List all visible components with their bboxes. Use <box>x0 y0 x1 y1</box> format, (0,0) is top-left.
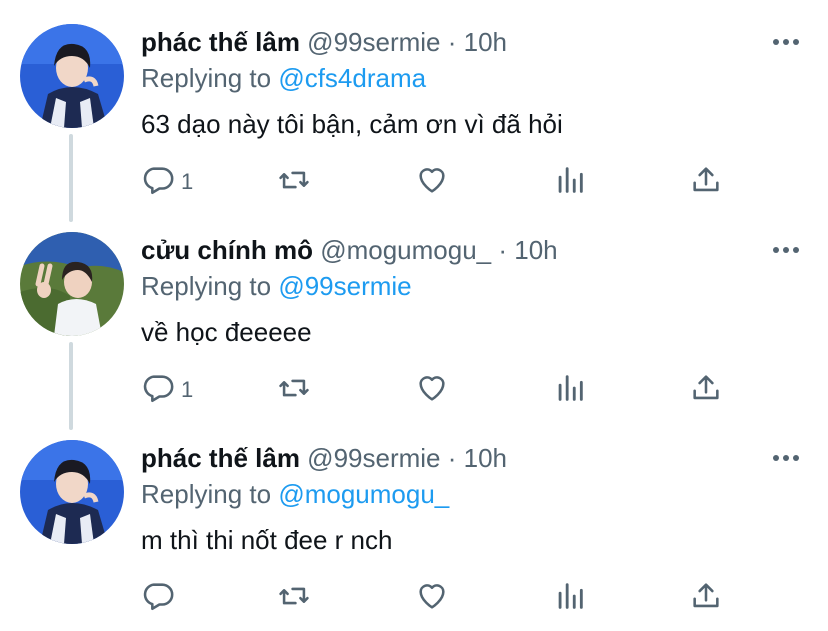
like-button[interactable] <box>415 370 449 410</box>
tweet-header: phác thế lâm @99sermie · 10h <box>141 26 507 58</box>
like-icon <box>415 579 449 618</box>
display-name[interactable]: phác thế lâm <box>141 443 300 473</box>
views-icon <box>553 163 587 202</box>
views-icon <box>553 579 587 618</box>
share-icon <box>689 371 723 410</box>
tweet-text: m thì thi nốt đee r nch <box>141 525 393 555</box>
like-button[interactable] <box>415 578 449 618</box>
more-icon[interactable] <box>770 442 802 474</box>
reply-icon <box>141 371 175 410</box>
timestamp[interactable]: 10h <box>464 443 507 473</box>
replying-to-label: Replying to <box>141 63 272 93</box>
views-button[interactable] <box>553 162 587 202</box>
retweet-icon <box>277 579 311 618</box>
reply-icon <box>141 163 175 202</box>
more-icon[interactable] <box>770 26 802 58</box>
views-button[interactable] <box>553 370 587 410</box>
retweet-button[interactable] <box>277 162 311 202</box>
tweet-text: về học đeeeee <box>141 317 312 347</box>
separator-dot: · <box>447 443 457 473</box>
share-button[interactable] <box>689 578 723 618</box>
timestamp[interactable]: 10h <box>514 235 557 265</box>
tweet[interactable]: cửu chính mô @mogumogu_ · 10h Replying t… <box>0 208 828 416</box>
replying-to: Replying to @99sermie <box>141 270 412 302</box>
retweet-button[interactable] <box>277 578 311 618</box>
display-name[interactable]: phác thế lâm <box>141 27 300 57</box>
mention-link[interactable]: @mogumogu_ <box>278 479 449 509</box>
like-button[interactable] <box>415 162 449 202</box>
reply-button[interactable]: 1 <box>141 370 193 410</box>
reply-count: 1 <box>181 169 194 194</box>
tweet-text: 63 dạo này tôi bận, cảm ơn vì đã hỏi <box>141 109 563 139</box>
reply-button[interactable]: 1 <box>141 162 193 202</box>
views-icon <box>553 371 587 410</box>
reply-count: 1 <box>181 377 194 402</box>
share-button[interactable] <box>689 370 723 410</box>
action-bar <box>141 578 741 618</box>
reply-icon <box>141 579 175 618</box>
user-handle[interactable]: @99sermie <box>307 443 440 473</box>
replying-to: Replying to @cfs4drama <box>141 62 426 94</box>
retweet-icon <box>277 371 311 410</box>
avatar[interactable] <box>20 24 124 128</box>
replying-to-label: Replying to <box>141 479 272 509</box>
replying-to: Replying to @mogumogu_ <box>141 478 449 510</box>
mention-link[interactable]: @cfs4drama <box>278 63 426 93</box>
tweet-header: cửu chính mô @mogumogu_ · 10h <box>141 234 558 266</box>
user-handle[interactable]: @mogumogu_ <box>320 235 491 265</box>
avatar[interactable] <box>20 440 124 544</box>
tweet-header: phác thế lâm @99sermie · 10h <box>141 442 507 474</box>
retweet-button[interactable] <box>277 370 311 410</box>
mention-link[interactable]: @99sermie <box>278 271 411 301</box>
separator-dot: · <box>447 27 457 57</box>
action-bar: 1 <box>141 370 741 410</box>
tweet[interactable]: phác thế lâm @99sermie · 10h Replying to… <box>0 0 828 208</box>
like-icon <box>415 371 449 410</box>
separator-dot: · <box>498 235 508 265</box>
retweet-icon <box>277 163 311 202</box>
avatar[interactable] <box>20 232 124 336</box>
share-button[interactable] <box>689 162 723 202</box>
share-icon <box>689 163 723 202</box>
replying-to-label: Replying to <box>141 271 272 301</box>
user-handle[interactable]: @99sermie <box>307 27 440 57</box>
like-icon <box>415 163 449 202</box>
action-bar: 1 <box>141 162 741 202</box>
more-icon[interactable] <box>770 234 802 266</box>
reply-button[interactable] <box>141 578 181 618</box>
tweet[interactable]: phác thế lâm @99sermie · 10h Replying to… <box>0 416 828 624</box>
display-name[interactable]: cửu chính mô <box>141 235 313 265</box>
share-icon <box>689 579 723 618</box>
views-button[interactable] <box>553 578 587 618</box>
timestamp[interactable]: 10h <box>464 27 507 57</box>
